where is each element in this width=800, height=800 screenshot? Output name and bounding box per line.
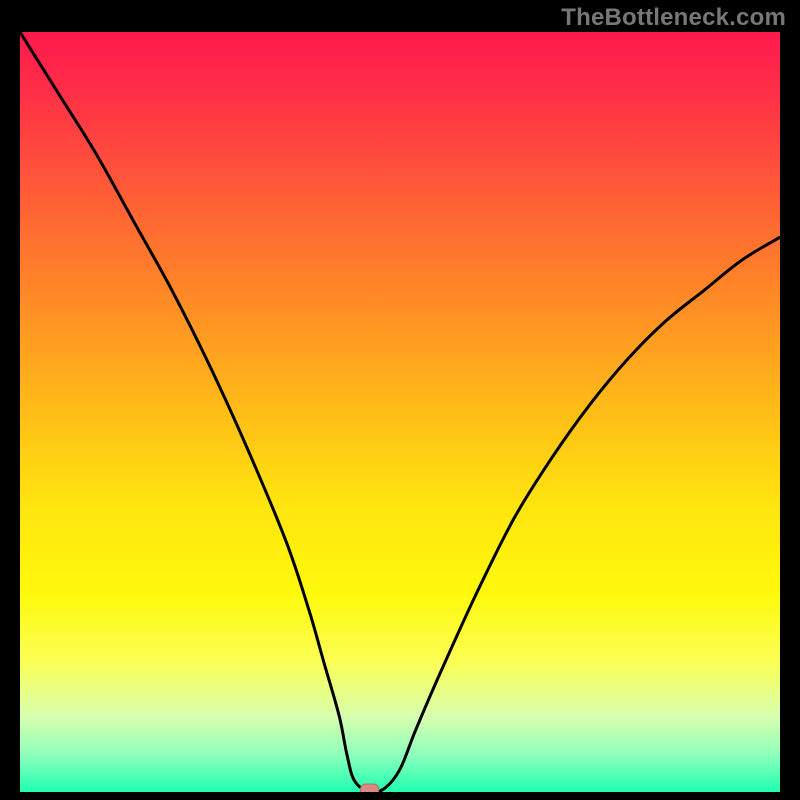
curve-layer <box>20 32 780 792</box>
plot-area <box>20 32 780 792</box>
chart-frame: TheBottleneck.com <box>0 0 800 800</box>
optimum-marker <box>361 784 379 792</box>
bottleneck-curve <box>20 32 780 792</box>
attribution-label: TheBottleneck.com <box>561 4 786 32</box>
